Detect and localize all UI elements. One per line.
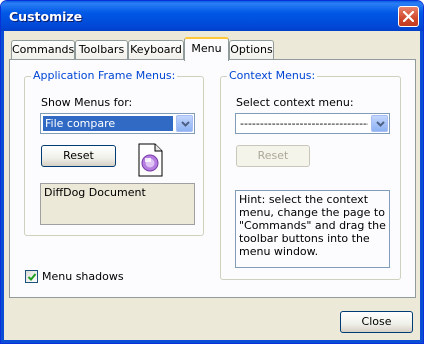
tab-keyboard[interactable]: Keyboard [128, 40, 184, 60]
tab-commands[interactable]: Commands [11, 40, 75, 60]
tab-options[interactable]: Options [229, 40, 274, 60]
app-frame-reset-button[interactable]: Reset [41, 145, 116, 167]
select-context-menu-value: ----------------------------------------… [240, 117, 368, 130]
customize-dialog: Customize Commands Toolbars Keyboard Men… [0, 0, 424, 344]
chevron-down-icon[interactable] [371, 115, 388, 132]
title-bar[interactable]: Customize [1, 1, 423, 31]
close-button[interactable]: Close [340, 311, 413, 333]
show-menus-for-dropdown[interactable]: File compare [40, 113, 195, 134]
menu-shadows-checkbox[interactable] [25, 270, 38, 283]
context-reset-button[interactable]: Reset [236, 145, 310, 167]
select-context-menu-label: Select context menu: [236, 96, 354, 109]
tab-toolbars[interactable]: Toolbars [75, 40, 128, 60]
context-hint-box: Hint: select the context menu, change th… [235, 190, 390, 268]
menu-shadows-label[interactable]: Menu shadows [42, 270, 124, 283]
app-frame-menu-list[interactable]: DiffDog Document [40, 183, 195, 225]
close-icon [403, 11, 414, 22]
close-window-button[interactable] [398, 6, 419, 27]
chevron-down-icon[interactable] [176, 115, 193, 132]
tab-menu[interactable]: Menu [184, 37, 229, 61]
show-menus-for-value: File compare [43, 116, 173, 131]
select-context-menu-dropdown[interactable]: ----------------------------------------… [235, 113, 390, 134]
show-menus-for-label: Show Menus for: [41, 96, 133, 109]
window-title: Customize [9, 9, 83, 24]
context-menus-title: Context Menus: [227, 69, 318, 82]
diffdog-document-icon [135, 143, 165, 180]
list-item[interactable]: DiffDog Document [44, 186, 191, 199]
checkmark-icon [27, 273, 37, 281]
application-frame-menus-title: Application Frame Menus: [31, 69, 178, 82]
